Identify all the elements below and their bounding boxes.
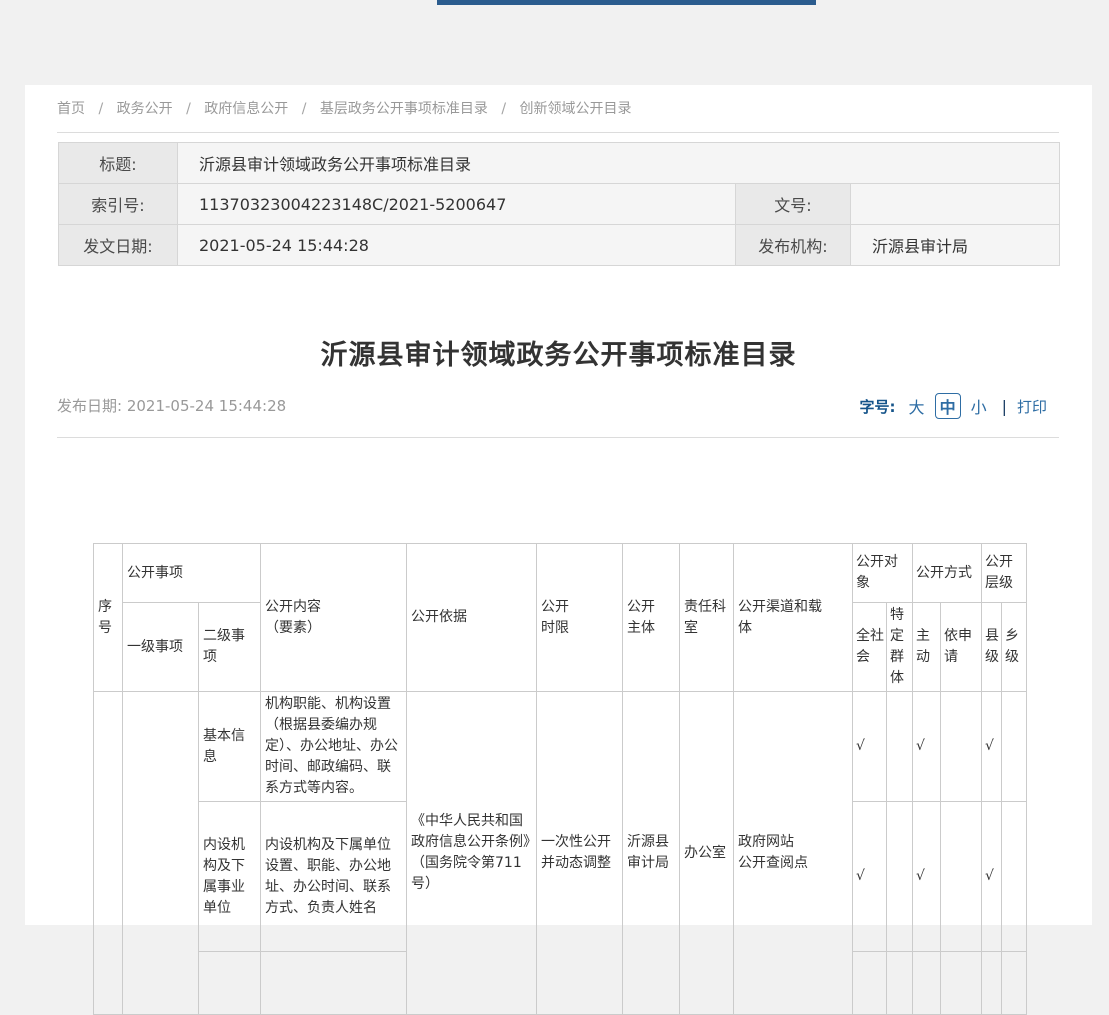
- header-channels: 公开渠道和载 体: [734, 544, 853, 692]
- header-level-township: 乡级: [1002, 603, 1027, 692]
- cell-serial: [94, 692, 123, 1015]
- breadcrumb-separator: /: [501, 101, 506, 117]
- document-info-table: 标题: 沂源县审计领域政务公开事项标准目录 索引号: 1137032300422…: [58, 142, 1060, 266]
- cell-audience-specific: [887, 692, 913, 802]
- print-button[interactable]: 打印: [1017, 396, 1047, 417]
- header-audience-specific: 特定群体: [887, 603, 913, 692]
- cell-audience-specific: [887, 952, 913, 1015]
- cell-department: 办公室: [680, 692, 734, 1015]
- header-level-county: 县级: [982, 603, 1002, 692]
- doc-issue-date-value: 2021-05-24 15:44:28: [178, 225, 736, 266]
- header-method: 公开方式: [913, 544, 982, 603]
- meta-divider: [57, 437, 1059, 438]
- cell-level2-item: 内设机构及下属事业单位: [199, 802, 261, 952]
- doc-agency-label: 发布机构:: [736, 225, 851, 266]
- cell-channels: 政府网站 公开查阅点: [734, 692, 853, 1015]
- font-size-small-button[interactable]: 小: [971, 394, 987, 418]
- cell-content: [261, 952, 407, 1015]
- cell-method-on-request: [941, 802, 982, 952]
- breadcrumb: 首页 / 政务公开 / 政府信息公开 / 基层政务公开事项标准目录 / 创新领域…: [57, 93, 632, 125]
- cell-content: 内设机构及下属单位设置、职能、办公地址、办公时间、联系方式、负责人姓名: [261, 802, 407, 952]
- cell-basis: 《中华人民共和国政府信息公开条例》（国务院令第711号）: [407, 692, 537, 1015]
- top-nav-underline: [437, 0, 816, 5]
- cell-method-active: [913, 952, 941, 1015]
- cell-method-on-request: [941, 952, 982, 1015]
- doc-title-label: 标题:: [59, 143, 178, 184]
- font-size-medium-button[interactable]: 中: [935, 393, 961, 419]
- font-size-label: 字号:: [860, 396, 896, 417]
- publish-date: 发布日期: 2021-05-24 15:44:28: [57, 395, 286, 416]
- catalog-table: 序号 公开事项 公开内容 （要素） 公开依据 公开 时限 公开 主体 责任科室 …: [93, 543, 1027, 1015]
- cell-subject: 沂源县审计局: [623, 692, 680, 1015]
- cell-checkmark-audience-public: √: [853, 802, 887, 952]
- cell-time-limit: 一次性公开并动态调整: [537, 692, 623, 1015]
- doc-index-value: 11370323004223148C/2021-5200647: [178, 184, 736, 225]
- breadcrumb-current-page[interactable]: 创新领域公开目录: [520, 101, 632, 117]
- cell-checkmark-level-county: √: [982, 692, 1002, 802]
- cell-level1-item: [123, 692, 199, 1015]
- header-level1-item: 一级事项: [123, 603, 199, 692]
- cell-checkmark-method-active: √: [913, 692, 941, 802]
- cell-checkmark-audience-public: √: [853, 692, 887, 802]
- cell-checkmark-level-county: √: [982, 802, 1002, 952]
- cell-level-township: [1002, 802, 1027, 952]
- cell-audience-public: [853, 952, 887, 1015]
- header-audience-public: 全社会: [853, 603, 887, 692]
- header-subject: 公开 主体: [623, 544, 680, 692]
- header-serial: 序号: [94, 544, 123, 692]
- catalog-table-container: 序号 公开事项 公开内容 （要素） 公开依据 公开 时限 公开 主体 责任科室 …: [93, 543, 1027, 1015]
- content-card: 首页 / 政务公开 / 政府信息公开 / 基层政务公开事项标准目录 / 创新领域…: [25, 85, 1092, 925]
- header-level2-item: 二级事项: [199, 603, 261, 692]
- article-meta-row: 发布日期: 2021-05-24 15:44:28 字号: 大 中 小 | 打印: [57, 393, 1059, 417]
- doc-index-label: 索引号:: [59, 184, 178, 225]
- header-basis: 公开依据: [407, 544, 537, 692]
- header-content: 公开内容 （要素）: [261, 544, 407, 692]
- doc-number-value: [851, 184, 1060, 225]
- header-method-active: 主动: [913, 603, 941, 692]
- doc-agency-value: 沂源县审计局: [851, 225, 1060, 266]
- cell-content: 机构职能、机构设置（根据县委编办规定）、办公地址、办公时间、邮政编码、联系方式等…: [261, 692, 407, 802]
- publish-date-label: 发布日期:: [57, 397, 122, 415]
- article-title: 沂源县审计领域政务公开事项标准目录: [25, 333, 1092, 372]
- publish-date-value: 2021-05-24 15:44:28: [127, 397, 286, 415]
- font-size-large-button[interactable]: 大: [909, 394, 925, 418]
- toolbar-separator: |: [1002, 397, 1007, 416]
- breadcrumb-divider: [57, 132, 1059, 133]
- cell-checkmark-method-active: √: [913, 802, 941, 952]
- cell-method-on-request: [941, 692, 982, 802]
- doc-title-value: 沂源县审计领域政务公开事项标准目录: [178, 143, 1060, 184]
- header-audience: 公开对 象: [853, 544, 913, 603]
- cell-level2-item: 基本信息: [199, 692, 261, 802]
- header-level: 公开 层级: [982, 544, 1027, 603]
- cell-level-township: [1002, 952, 1027, 1015]
- cell-level2-item: [199, 952, 261, 1015]
- cell-audience-specific: [887, 802, 913, 952]
- breadcrumb-separator: /: [186, 101, 191, 117]
- header-disclosure-item: 公开事项: [123, 544, 261, 603]
- header-department: 责任科室: [680, 544, 734, 692]
- breadcrumb-separator: /: [302, 101, 307, 117]
- article-toolbar: 字号: 大 中 小 | 打印: [860, 393, 1047, 419]
- cell-level-county: [982, 952, 1002, 1015]
- breadcrumb-separator: /: [98, 101, 103, 117]
- header-method-on-request: 依申请: [941, 603, 982, 692]
- doc-number-label: 文号:: [736, 184, 851, 225]
- cell-level-township: [1002, 692, 1027, 802]
- breadcrumb-zhengwugongkai[interactable]: 政务公开: [117, 101, 173, 117]
- breadcrumb-standard-catalog[interactable]: 基层政务公开事项标准目录: [320, 101, 488, 117]
- doc-issue-date-label: 发文日期:: [59, 225, 178, 266]
- breadcrumb-home[interactable]: 首页: [57, 101, 85, 117]
- breadcrumb-government-info[interactable]: 政府信息公开: [204, 101, 288, 117]
- header-time-limit: 公开 时限: [537, 544, 623, 692]
